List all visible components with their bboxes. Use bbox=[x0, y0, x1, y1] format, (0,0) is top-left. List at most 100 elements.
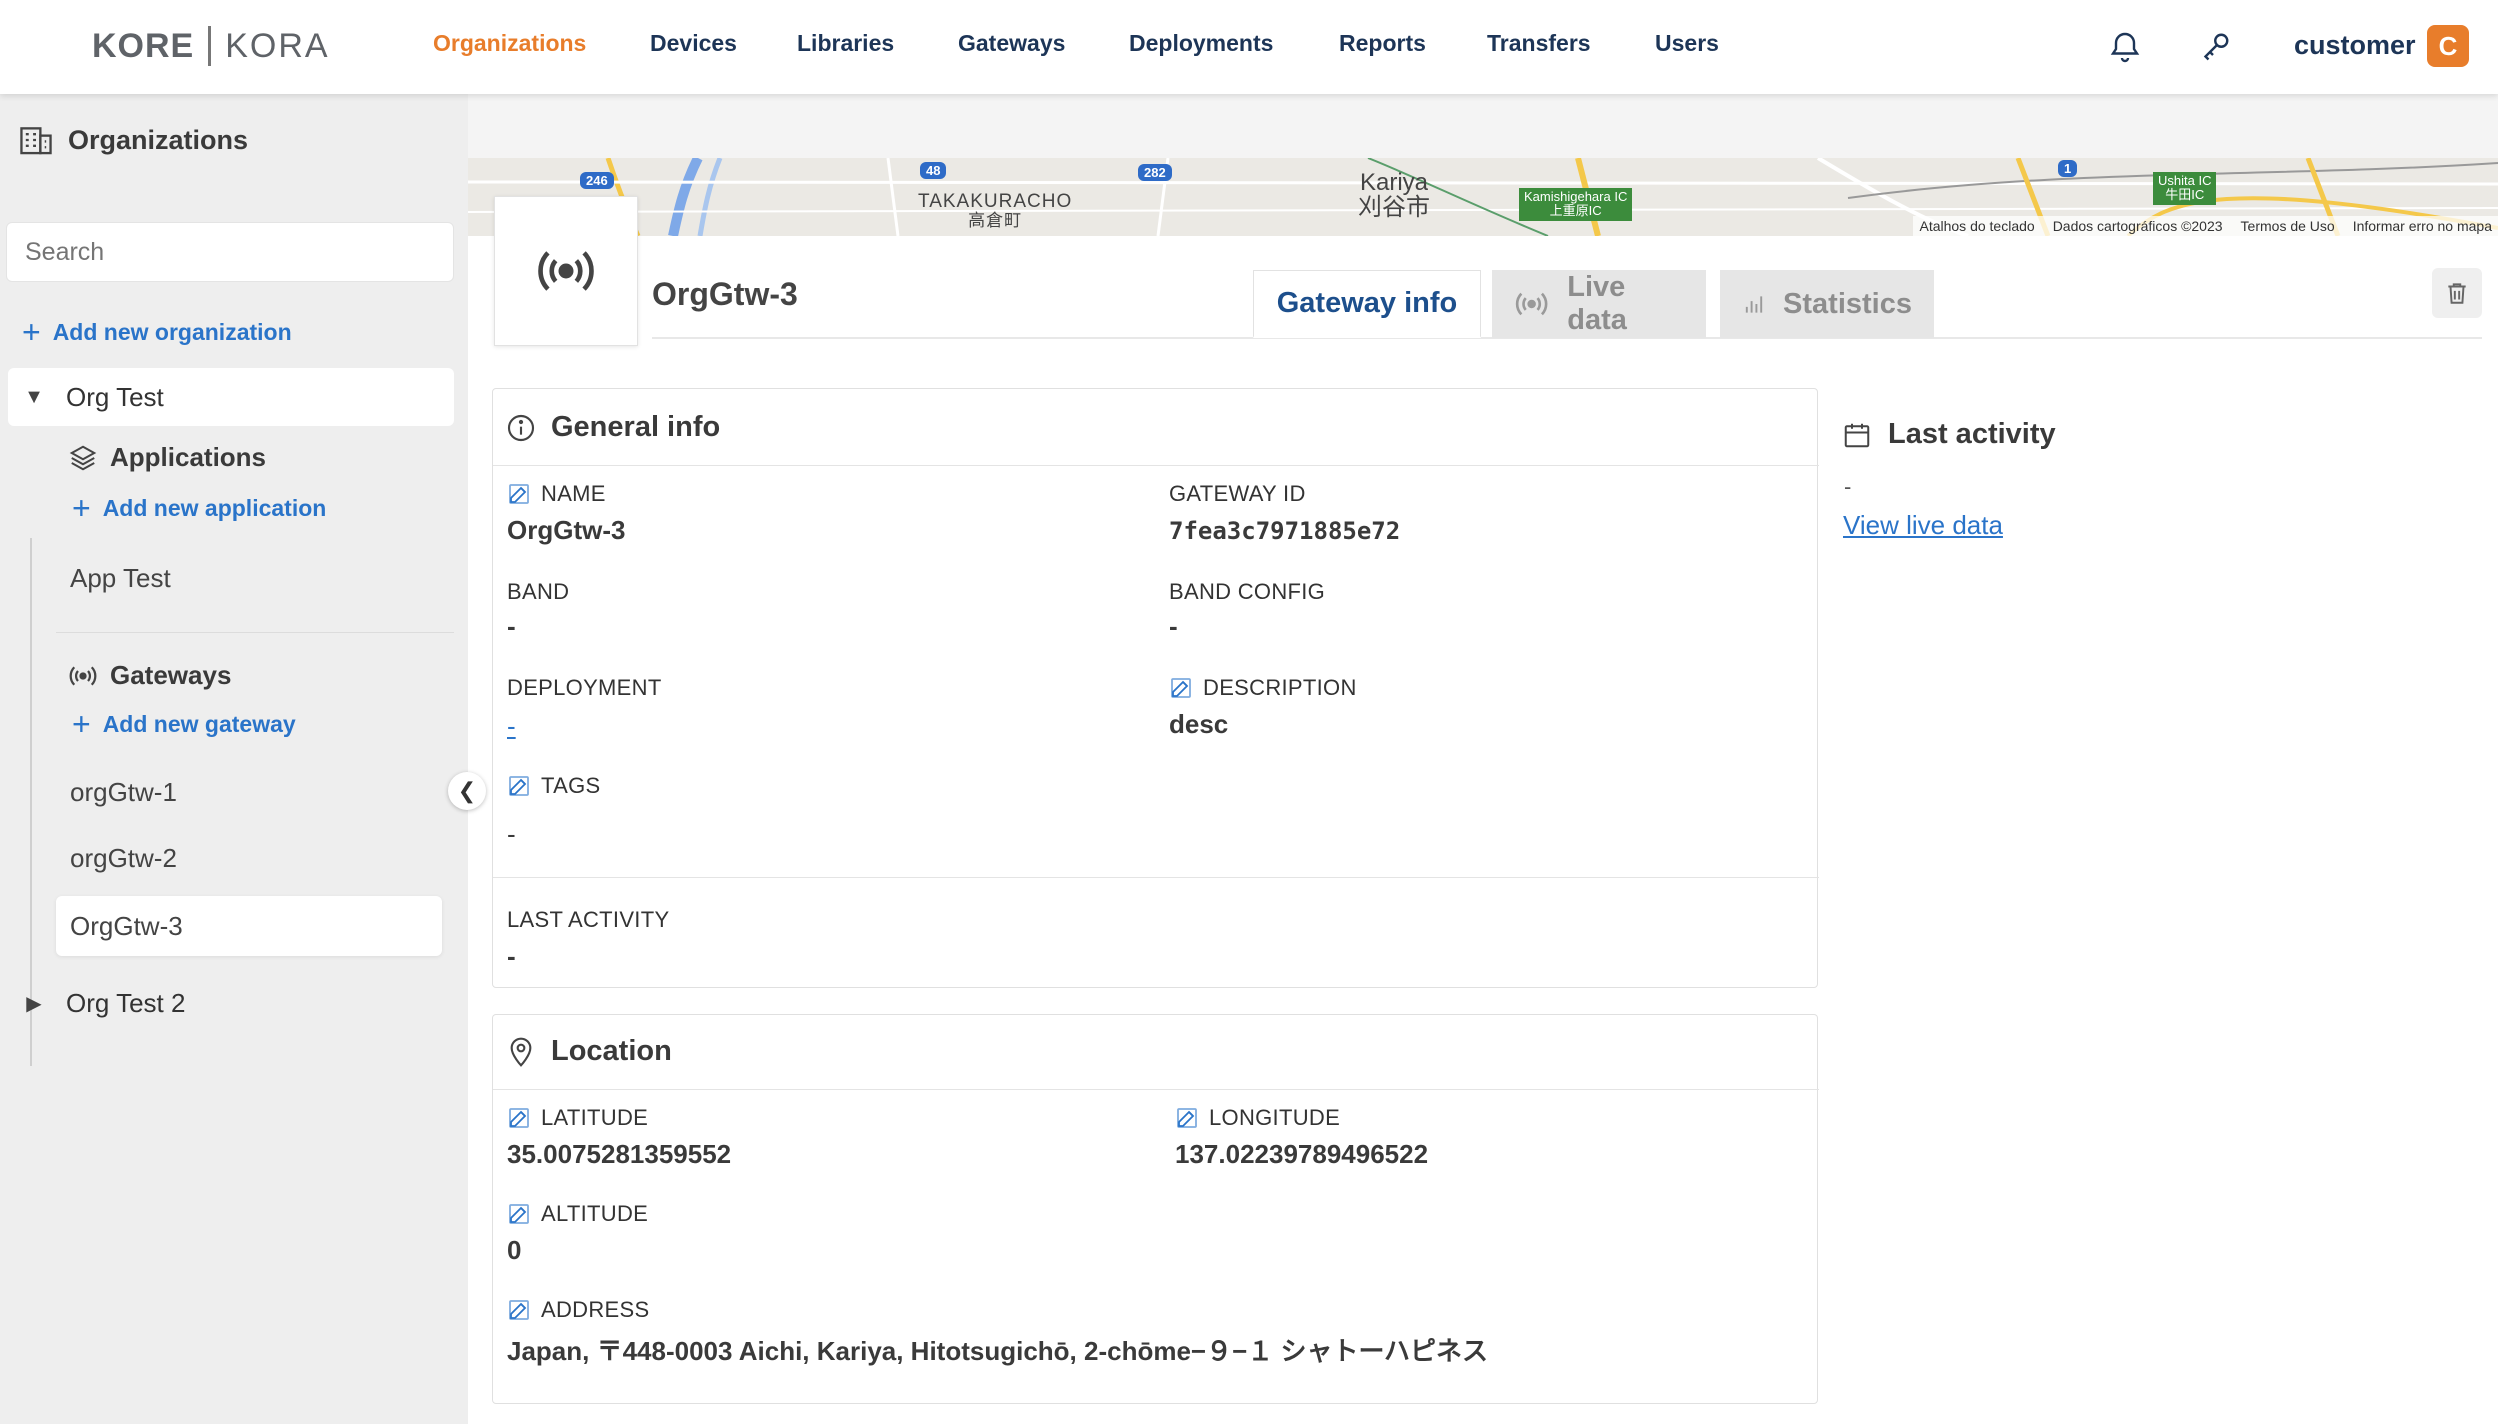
add-gateway-label: Add new gateway bbox=[102, 710, 296, 737]
gateway-id-value: 7fea3c7971885e72 bbox=[1169, 517, 1401, 545]
key-icon[interactable] bbox=[2198, 28, 2234, 64]
edit-icon[interactable] bbox=[507, 1202, 531, 1226]
nav-organizations[interactable]: Organizations bbox=[433, 30, 586, 57]
edit-icon[interactable] bbox=[507, 774, 531, 798]
plus-icon: + bbox=[72, 490, 91, 526]
deployment-label: DEPLOYMENT bbox=[507, 675, 662, 700]
application-item[interactable]: App Test bbox=[56, 548, 442, 608]
org-item-org-test-2[interactable]: ▶ Org Test 2 bbox=[8, 974, 454, 1032]
map-label-text-jp: 上重原IC bbox=[1549, 203, 1602, 219]
nav-devices[interactable]: Devices bbox=[650, 30, 737, 57]
address-label: ADDRESS bbox=[541, 1297, 650, 1322]
logo-separator bbox=[208, 26, 212, 66]
tags-label: TAGS bbox=[541, 773, 601, 798]
kora-logo[interactable]: KORE KORA bbox=[92, 24, 330, 68]
caret-right-icon[interactable]: ▶ bbox=[20, 991, 48, 1016]
org-item-org-test[interactable]: ▼ Org Test bbox=[8, 368, 454, 426]
name-label: NAME bbox=[541, 481, 606, 506]
top-navigation-bar: KORE KORA Organizations Devices Librarie… bbox=[0, 0, 2498, 94]
bell-icon[interactable] bbox=[2107, 28, 2143, 64]
route-badge: 282 bbox=[1138, 164, 1172, 181]
user-avatar[interactable]: C bbox=[2427, 25, 2469, 67]
description-label: DESCRIPTION bbox=[1203, 675, 1357, 700]
caret-down-icon[interactable]: ▼ bbox=[20, 386, 48, 409]
edit-icon[interactable] bbox=[507, 1298, 531, 1322]
tab-statistics[interactable]: Statistics bbox=[1720, 270, 1934, 338]
nav-libraries[interactable]: Libraries bbox=[797, 30, 894, 57]
search-input[interactable] bbox=[6, 222, 454, 282]
map-label-text-jp: 刈谷市 bbox=[1358, 194, 1430, 222]
map-pin-icon bbox=[510, 1037, 532, 1067]
tab-gateway-info[interactable]: Gateway info bbox=[1253, 270, 1481, 338]
org-name: Org Test 2 bbox=[66, 987, 186, 1018]
band-label: BAND bbox=[507, 579, 570, 604]
deployment-field-label: DEPLOYMENT bbox=[507, 675, 662, 701]
tab-label: Statistics bbox=[1783, 287, 1912, 320]
view-live-data-link[interactable]: View live data bbox=[1843, 510, 2003, 541]
map-shortcuts-link[interactable]: Atalhos do teclado bbox=[1919, 218, 2034, 234]
broadcast-icon bbox=[69, 665, 97, 686]
tab-label: Gateway info bbox=[1276, 287, 1458, 319]
nav-reports[interactable]: Reports bbox=[1339, 30, 1426, 57]
user-name[interactable]: customer bbox=[2294, 30, 2416, 61]
organizations-sidebar: Organizations + Add new organization ▼ O… bbox=[0, 94, 468, 1424]
add-organization-link[interactable]: + Add new organization bbox=[22, 316, 292, 348]
plus-icon: + bbox=[72, 706, 91, 742]
longitude-value: 137.02239789496522 bbox=[1175, 1139, 1429, 1169]
edit-icon[interactable] bbox=[1169, 676, 1193, 700]
card-divider bbox=[493, 1089, 1819, 1090]
general-info-title: General info bbox=[551, 411, 721, 443]
name-value: OrgGtw-3 bbox=[507, 515, 626, 545]
deployment-link[interactable]: - bbox=[507, 711, 516, 742]
nav-users[interactable]: Users bbox=[1655, 30, 1719, 57]
chevron-left-icon: ❮ bbox=[457, 778, 477, 803]
applications-section-header: Applications bbox=[68, 442, 266, 473]
last-activity-title: Last activity bbox=[1888, 418, 2056, 450]
nav-gateways[interactable]: Gateways bbox=[958, 30, 1065, 57]
last-activity-label: LAST ACTIVITY bbox=[507, 907, 670, 932]
nav-transfers[interactable]: Transfers bbox=[1487, 30, 1591, 57]
name-field-label: NAME bbox=[507, 481, 606, 507]
edit-icon[interactable] bbox=[507, 1106, 531, 1130]
add-gateway-link[interactable]: + Add new gateway bbox=[72, 708, 296, 740]
logo-kora-text: KORA bbox=[225, 26, 330, 65]
gateway-item-orggtw-2[interactable]: orgGtw-2 bbox=[56, 828, 442, 888]
org-name: Org Test bbox=[66, 381, 164, 412]
nav-deployments[interactable]: Deployments bbox=[1129, 30, 1273, 57]
map-label-text: TAKAKURACHO bbox=[918, 191, 1073, 212]
tags-value: - bbox=[507, 819, 516, 849]
card-divider bbox=[493, 877, 1819, 878]
latitude-label: LATITUDE bbox=[541, 1105, 649, 1130]
last-activity-header: Last activity bbox=[1842, 418, 2056, 451]
map-label-kariya: Kariya 刈谷市 bbox=[1358, 170, 1430, 222]
edit-icon[interactable] bbox=[1175, 1106, 1199, 1130]
tab-label: Live data bbox=[1567, 271, 1627, 336]
gateway-item-orggtw-1[interactable]: orgGtw-1 bbox=[56, 762, 442, 822]
gateway-name: orgGtw-1 bbox=[70, 776, 177, 807]
last-activity-value: - bbox=[507, 941, 516, 971]
map-label-kamishigehara: Kamishigehara IC 上重原IC bbox=[1519, 188, 1633, 221]
tab-live-data[interactable]: Live data bbox=[1492, 270, 1706, 338]
collapse-sidebar-button[interactable]: ❮ bbox=[448, 772, 486, 810]
map-report-error-link[interactable]: Informar erro no mapa bbox=[2353, 218, 2492, 234]
description-value: desc bbox=[1169, 709, 1229, 739]
altitude-value: 0 bbox=[507, 1235, 522, 1265]
altitude-label: ALTITUDE bbox=[541, 1201, 649, 1226]
add-application-link[interactable]: + Add new application bbox=[72, 492, 326, 524]
longitude-field-label: LONGITUDE bbox=[1175, 1105, 1340, 1131]
bar-chart-icon bbox=[1745, 296, 1763, 313]
location-map[interactable]: 246 48 282 1 TAKAKURACHO 高倉町 Kariya 刈谷市 … bbox=[468, 158, 2498, 236]
gateway-id-field-label: GATEWAY ID bbox=[1169, 481, 1306, 507]
band-field-label: BAND bbox=[507, 579, 569, 605]
map-label-takakuracho: TAKAKURACHO 高倉町 bbox=[918, 192, 1072, 230]
building-icon bbox=[20, 127, 52, 155]
gateways-section-header: Gateways bbox=[68, 660, 231, 691]
gateway-item-orggtw-3[interactable]: OrgGtw-3 bbox=[56, 896, 442, 956]
calendar-icon bbox=[1844, 423, 1870, 447]
map-footer: Atalhos do teclado Dados cartográficos ©… bbox=[1913, 216, 2498, 236]
card-divider bbox=[493, 465, 1819, 466]
delete-gateway-button[interactable] bbox=[2432, 268, 2482, 318]
edit-icon[interactable] bbox=[507, 482, 531, 506]
tags-field-label: TAGS bbox=[507, 773, 600, 799]
map-terms-link[interactable]: Termos de Uso bbox=[2241, 218, 2335, 234]
